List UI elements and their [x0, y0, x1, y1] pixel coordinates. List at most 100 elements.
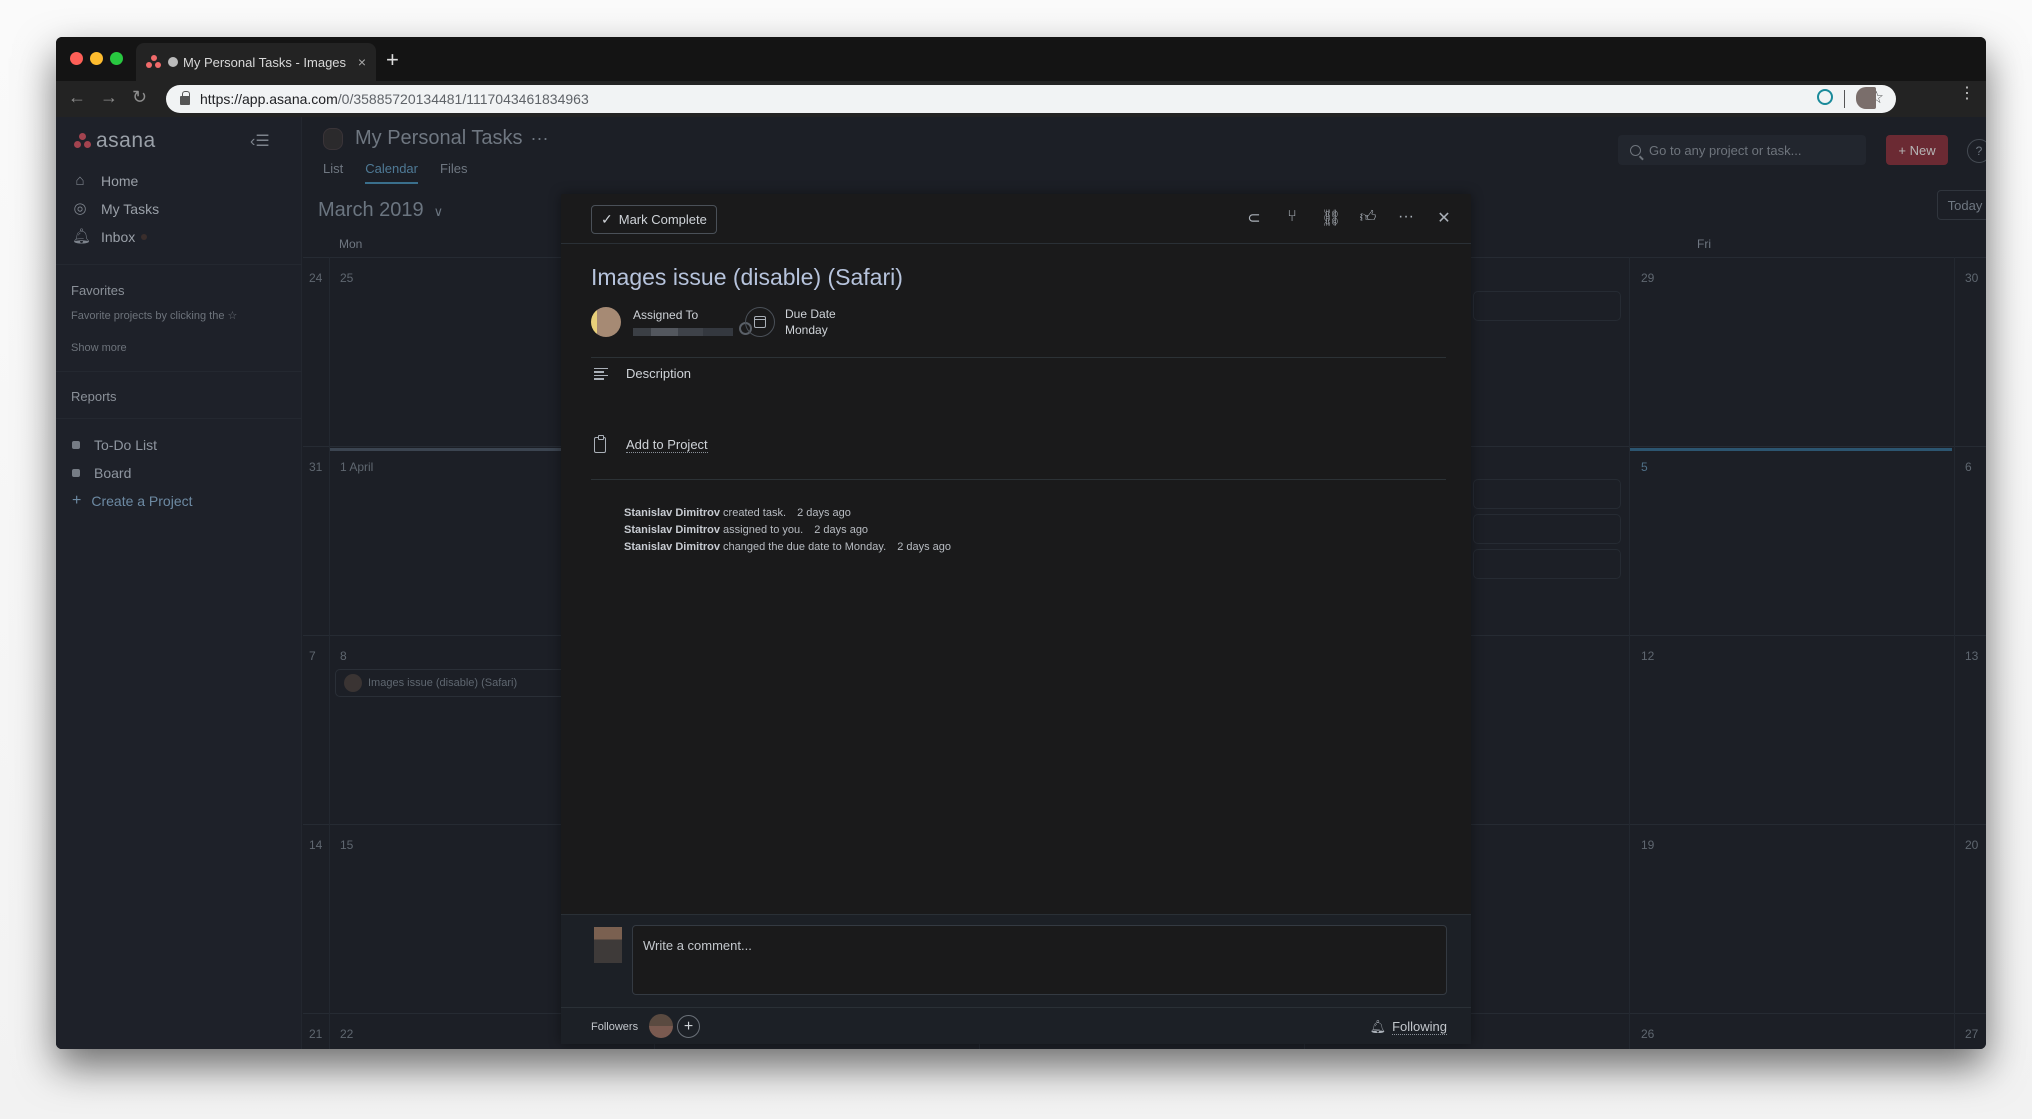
- project-label: Board: [94, 465, 132, 481]
- day-divider: [1629, 257, 1630, 1049]
- today-button[interactable]: Today: [1937, 190, 1986, 220]
- project-more-icon[interactable]: ···: [530, 128, 548, 149]
- calendar-task-pill[interactable]: [1473, 479, 1621, 509]
- day-number: 25: [340, 271, 354, 285]
- url-bar[interactable]: https://app.asana.com/0/35885720134481/1…: [166, 85, 1896, 113]
- following-toggle[interactable]: 🔔︎ Following: [1370, 1019, 1447, 1035]
- create-project-button[interactable]: + Create a Project: [72, 492, 193, 510]
- add-follower-button[interactable]: +: [677, 1015, 700, 1038]
- assignee-field[interactable]: Assigned To: [591, 307, 752, 337]
- following-label: Following: [1392, 1019, 1447, 1035]
- month-selector[interactable]: March 2019 ∨: [318, 199, 443, 222]
- story-timestamp: 2 days ago: [897, 541, 952, 553]
- link-icon[interactable]: ⛓︎: [1321, 208, 1341, 228]
- add-to-project-row: Add to Project: [594, 435, 708, 453]
- search-input[interactable]: Go to any project or task...: [1618, 135, 1866, 165]
- favorites-hint: Favorite projects by clicking the ☆: [71, 310, 238, 322]
- profile-avatar[interactable]: [1856, 87, 1876, 109]
- home-icon: ⌂: [75, 172, 85, 189]
- section-divider: [591, 479, 1446, 480]
- day-number: 24: [309, 271, 323, 285]
- asana-logo[interactable]: asana: [74, 129, 156, 153]
- attachment-icon[interactable]: ⊂: [1245, 208, 1263, 228]
- calendar-task-pill[interactable]: [1473, 291, 1621, 321]
- sidebar-item-my-tasks[interactable]: ◎ My Tasks: [72, 201, 159, 218]
- day-number: 29: [1641, 271, 1655, 285]
- clipboard-icon: [594, 435, 606, 453]
- follower-avatar[interactable]: [649, 1014, 673, 1038]
- calendar-task-pill[interactable]: [1473, 549, 1621, 579]
- task-title[interactable]: Images issue (disable) (Safari): [591, 264, 903, 291]
- sidebar-divider: [56, 418, 302, 419]
- project-header: My Personal Tasks ···: [323, 127, 548, 150]
- reports-heading[interactable]: Reports: [71, 389, 117, 404]
- sidebar-project-todo[interactable]: To-Do List: [72, 437, 157, 453]
- maximize-window-button[interactable]: [110, 52, 123, 65]
- tab-title: My Personal Tasks - Images: [183, 54, 347, 70]
- day-number-today: 5: [1641, 460, 1648, 474]
- task-name: Images issue (disable) (Safari): [368, 677, 518, 689]
- story-item: Stanislav Dimitrov assigned to you. 2 da…: [624, 524, 868, 536]
- calendar-task-pill[interactable]: [1473, 514, 1621, 544]
- month-label: March 2019: [318, 199, 424, 221]
- like-icon[interactable]: 👍︎: [1359, 208, 1377, 228]
- plus-icon: +: [72, 492, 82, 509]
- project-title: My Personal Tasks: [355, 127, 523, 149]
- followers-label: Followers: [591, 1021, 639, 1033]
- sidebar-item-label: Home: [101, 173, 139, 189]
- close-icon[interactable]: ✕: [1435, 208, 1453, 228]
- favorites-heading: Favorites: [71, 283, 125, 298]
- url-host: https://app.asana.com: [200, 91, 338, 107]
- tab-list[interactable]: List: [323, 161, 343, 184]
- help-button[interactable]: ?: [1967, 139, 1986, 163]
- sidebar-item-home[interactable]: ⌂ Home: [72, 172, 139, 190]
- back-arrow-icon[interactable]: ←: [68, 87, 86, 108]
- task-detail-modal: ✓ Mark Complete ⊂ ⑂ ⛓︎ 👍︎ ··· ✕ Images i…: [561, 194, 1471, 1044]
- comment-section: Write a comment... Followers + 🔔︎ Follow…: [561, 914, 1471, 1044]
- mark-complete-button[interactable]: ✓ Mark Complete: [591, 205, 717, 234]
- day-number: 27: [1965, 1027, 1979, 1041]
- close-window-button[interactable]: [70, 52, 83, 65]
- assignee-avatar: [344, 674, 362, 692]
- forward-arrow-icon[interactable]: →: [100, 87, 118, 108]
- task-actions: ⊂ ⑂ ⛓︎ 👍︎ ··· ✕: [1245, 208, 1453, 228]
- recording-dot-icon: [168, 57, 178, 67]
- collapse-sidebar-icon[interactable]: ‹☰: [250, 131, 270, 151]
- search-icon: [1630, 144, 1641, 156]
- due-date-field[interactable]: Due Date Monday: [745, 307, 836, 337]
- project-color-icon: [72, 441, 80, 449]
- browser-window: My Personal Tasks - Images × + ← → ↻ htt…: [56, 37, 1986, 1049]
- more-icon[interactable]: ···: [1397, 208, 1415, 228]
- view-tabs: List Calendar Files: [323, 161, 467, 184]
- toolbar-separator: [1844, 90, 1845, 108]
- new-button[interactable]: + New: [1886, 135, 1948, 165]
- add-to-project-link[interactable]: Add to Project: [626, 437, 708, 453]
- tab-calendar[interactable]: Calendar: [365, 161, 418, 184]
- reload-icon[interactable]: ↻: [132, 87, 147, 108]
- assignee-name-redacted: [633, 328, 733, 336]
- story-author[interactable]: Stanislav Dimitrov: [624, 507, 720, 519]
- new-tab-button[interactable]: +: [386, 47, 399, 73]
- extension-icon[interactable]: [1817, 89, 1833, 105]
- calendar-icon-circle: [745, 307, 775, 337]
- tab-files[interactable]: Files: [440, 161, 467, 184]
- subtask-icon[interactable]: ⑂: [1283, 208, 1301, 228]
- story-author[interactable]: Stanislav Dimitrov: [624, 541, 720, 553]
- tab-close-icon[interactable]: ×: [358, 54, 366, 70]
- sidebar-project-board[interactable]: Board: [72, 465, 131, 481]
- day-number: 7: [309, 649, 316, 663]
- assigned-to-label: Assigned To: [633, 308, 699, 322]
- story-item: Stanislav Dimitrov changed the due date …: [624, 541, 951, 553]
- day-divider: [1954, 257, 1955, 1049]
- story-author[interactable]: Stanislav Dimitrov: [624, 524, 720, 536]
- sidebar: asana ‹☰ ⌂ Home ◎ My Tasks 🔔︎ Inbox Favo…: [56, 117, 302, 1049]
- show-more-link[interactable]: Show more: [71, 342, 127, 354]
- minimize-window-button[interactable]: [90, 52, 103, 65]
- comment-input[interactable]: Write a comment...: [632, 925, 1447, 995]
- story-text: changed the due date to Monday.: [723, 541, 887, 553]
- description-field[interactable]: Description: [594, 366, 691, 381]
- browser-menu-icon[interactable]: ⋮: [1959, 86, 1975, 102]
- sidebar-item-inbox[interactable]: 🔔︎ Inbox: [72, 229, 148, 245]
- section-divider: [591, 357, 1446, 358]
- browser-tab[interactable]: My Personal Tasks - Images ×: [136, 43, 376, 81]
